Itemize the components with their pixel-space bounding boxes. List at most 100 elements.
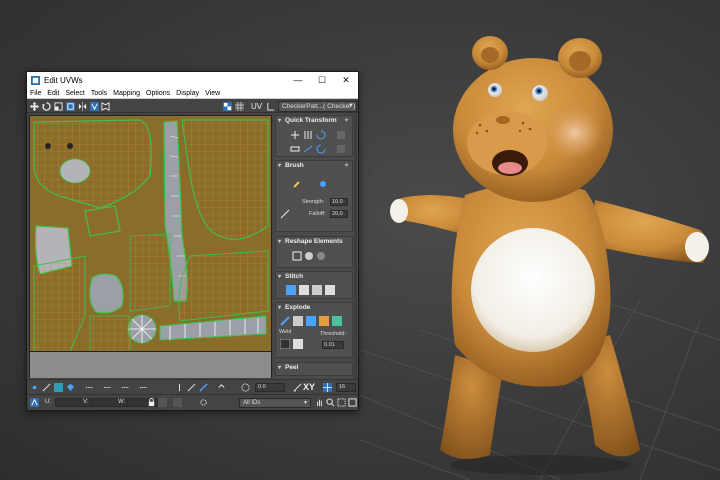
rollout-header[interactable]: Explode — [276, 303, 352, 313]
grid-snap-icon[interactable] — [323, 383, 332, 392]
menu-mapping[interactable]: Mapping — [113, 90, 140, 97]
menu-file[interactable]: File — [30, 90, 41, 97]
show-map-icon[interactable] — [101, 102, 110, 111]
falloff-label: Falloff: — [309, 211, 326, 217]
menu-view[interactable]: View — [205, 90, 220, 97]
straighten-icon[interactable] — [303, 144, 313, 154]
zoom-region-icon[interactable] — [337, 398, 346, 407]
bottom-toolbar: 0.0 XY 16 — [27, 379, 358, 393]
rollout-header[interactable]: Reshape Elements — [276, 237, 352, 247]
axis-icon[interactable] — [293, 383, 302, 392]
align-center-icon[interactable] — [290, 144, 300, 154]
u-field[interactable] — [55, 398, 95, 407]
align-vertical-icon[interactable] — [303, 130, 313, 140]
soft-select-icon[interactable] — [187, 383, 196, 392]
settings-icon[interactable] — [336, 144, 346, 154]
stitch-custom-icon[interactable] — [325, 285, 335, 295]
falloff-field[interactable]: 20.0 — [330, 210, 348, 218]
uv-editor-canvas[interactable] — [29, 115, 272, 352]
close-button[interactable]: ✕ — [334, 75, 358, 86]
u-label: U: — [45, 399, 51, 405]
rollout-header[interactable]: Stitch — [276, 272, 352, 282]
v-field[interactable] — [92, 398, 132, 407]
v-label: V: — [83, 399, 89, 405]
paint-select-icon[interactable] — [199, 383, 208, 392]
select-edge-icon[interactable] — [42, 383, 51, 392]
absolute-mode-icon[interactable] — [30, 398, 39, 407]
zoom-icon[interactable] — [326, 398, 335, 407]
uv-label[interactable]: UV — [251, 102, 262, 111]
shrink-selection-icon[interactable] — [103, 383, 112, 392]
relax-settings-icon[interactable] — [316, 251, 326, 261]
stitch-source-icon[interactable] — [312, 285, 322, 295]
flip-icon[interactable] — [90, 102, 99, 111]
snap-icon[interactable] — [158, 398, 167, 407]
angle-field[interactable]: 0.0 — [255, 383, 285, 392]
grow-selection-icon[interactable] — [85, 383, 94, 392]
grid-size-field[interactable]: 16 — [336, 383, 356, 392]
menu-display[interactable]: Display — [176, 90, 199, 97]
flatten-icon[interactable] — [306, 316, 316, 326]
rotate-ccw-icon[interactable] — [316, 144, 326, 154]
menu-tools[interactable]: Tools — [91, 90, 107, 97]
brush-size-icon[interactable] — [280, 209, 290, 219]
menu-options[interactable]: Options — [146, 90, 170, 97]
move-icon[interactable] — [30, 102, 39, 111]
flatten-by-smoothing-icon[interactable] — [332, 316, 342, 326]
checker-map-select[interactable]: CheckerPatt...( Checker ) ▼ — [278, 101, 357, 112]
stitch-average-icon[interactable] — [299, 285, 309, 295]
pin-icon: ✦ — [343, 163, 349, 169]
select-face-icon[interactable] — [54, 383, 63, 392]
rollout-explode: Explode Weld Threshold: 0.01 — [275, 302, 353, 358]
minimize-button[interactable]: — — [286, 75, 310, 85]
uv-empty-area[interactable] — [29, 352, 272, 378]
straighten-selection-icon[interactable] — [292, 251, 302, 261]
stitch-target-icon[interactable] — [286, 285, 296, 295]
scale-icon[interactable] — [54, 102, 63, 111]
panel-scrollbar[interactable] — [354, 114, 357, 379]
break-icon[interactable] — [280, 316, 290, 326]
rollout-header[interactable]: Peel — [276, 363, 352, 373]
menu-edit[interactable]: Edit — [47, 90, 59, 97]
align-horizontal-icon[interactable] — [290, 130, 300, 140]
rollout-reshape-elements: Reshape Elements — [275, 236, 353, 268]
rotate-icon[interactable] — [42, 102, 51, 111]
flatten-by-material-icon[interactable] — [319, 316, 329, 326]
title-bar[interactable]: Edit UVWs — ☐ ✕ — [27, 72, 358, 88]
paint-brush-icon[interactable] — [292, 179, 302, 189]
rotate-cw-icon[interactable] — [316, 130, 326, 140]
relax-icon[interactable] — [304, 251, 314, 261]
strength-field[interactable]: 10.0 — [330, 198, 348, 206]
menu-select[interactable]: Select — [65, 90, 84, 97]
pan-hand-icon[interactable] — [315, 398, 324, 407]
select-vertex-icon[interactable] — [30, 383, 39, 392]
rotate-tool-icon[interactable] — [217, 383, 226, 392]
material-ids-select[interactable]: All IDs ▼ — [239, 398, 311, 408]
select-by-element-icon[interactable] — [175, 383, 184, 392]
lock-icon[interactable] — [147, 398, 156, 407]
checker-toggle-icon[interactable] — [223, 102, 232, 111]
angle-spinner-icon[interactable] — [241, 383, 250, 392]
grid-toggle-icon[interactable] — [235, 102, 244, 111]
gear-icon[interactable] — [199, 398, 208, 407]
xy-label[interactable]: XY — [303, 382, 315, 392]
ring-selection-icon[interactable] — [139, 383, 148, 392]
uv-axis-icon[interactable] — [266, 102, 275, 111]
weld-target-icon[interactable] — [293, 339, 303, 349]
freeform-icon[interactable] — [66, 102, 75, 111]
settings-icon[interactable] — [336, 130, 346, 140]
rollout-peel: Peel — [275, 362, 353, 376]
loop-selection-icon[interactable] — [121, 383, 130, 392]
options-icon[interactable] — [173, 398, 182, 407]
threshold-field[interactable]: 0.01 — [322, 341, 344, 349]
mirror-icon[interactable] — [78, 102, 87, 111]
weld-selected-icon[interactable] — [280, 339, 290, 349]
zoom-extents-icon[interactable] — [348, 398, 357, 407]
relax-brush-icon[interactable] — [318, 179, 328, 189]
rollout-header[interactable]: Brush ✦ — [276, 161, 352, 171]
select-element-icon[interactable] — [66, 383, 75, 392]
maximize-button[interactable]: ☐ — [310, 75, 334, 86]
rollout-header[interactable]: Quick Transform ✦ — [276, 116, 352, 126]
detach-icon[interactable] — [293, 316, 303, 326]
menu-bar: File Edit Select Tools Mapping Options D… — [27, 88, 358, 99]
